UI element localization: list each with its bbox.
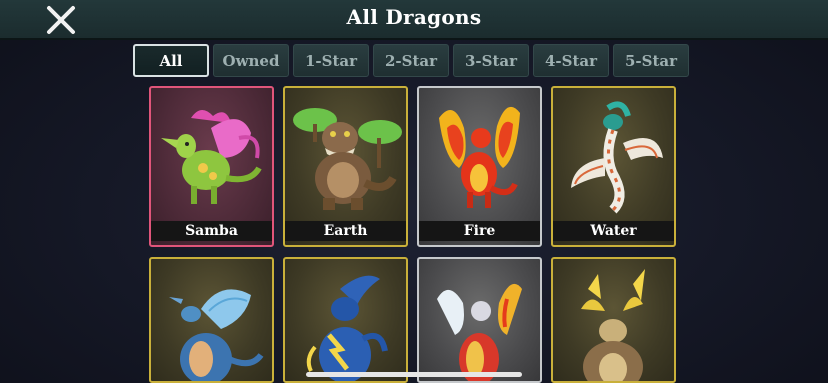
page-title: All Dragons [346,5,482,29]
lightning-dragon-image [581,269,645,381]
dragon-card-samba[interactable]: Samba [149,86,274,247]
dragon-name-label: Earth [285,221,406,241]
fire-ice-dragon-image [437,283,522,381]
dragon-name-label: Samba [151,221,272,241]
ice-dragon-image [169,289,264,381]
tab-2-star[interactable]: 2-Star [373,44,449,77]
earth-dragon-image [293,108,402,210]
electric-dragon-image [306,275,388,381]
dragon-card-earth[interactable]: Earth [283,86,408,247]
dragon-card-fire[interactable]: Fire [417,86,542,247]
filter-tabs: All Owned 1-Star 2-Star 3-Star 4-Star 5-… [133,44,689,77]
top-bar: All Dragons [0,0,828,40]
tab-3-star[interactable]: 3-Star [453,44,529,77]
dragon-card[interactable] [417,257,542,383]
fire-dragon-image [439,106,520,208]
dragon-name-label: Fire [419,221,540,241]
samba-dragon-image [161,109,262,204]
dragon-card[interactable] [149,257,274,383]
water-dragon-image [571,101,663,214]
dragon-name-label: Water [553,221,674,241]
dragon-card[interactable] [551,257,676,383]
tab-4-star[interactable]: 4-Star [533,44,609,77]
dragon-card-water[interactable]: Water [551,86,676,247]
dragon-card[interactable] [283,257,408,383]
home-indicator[interactable] [306,372,522,377]
tab-5-star[interactable]: 5-Star [613,44,689,77]
tab-owned[interactable]: Owned [213,44,289,77]
tab-all[interactable]: All [133,44,209,77]
tab-1-star[interactable]: 1-Star [293,44,369,77]
